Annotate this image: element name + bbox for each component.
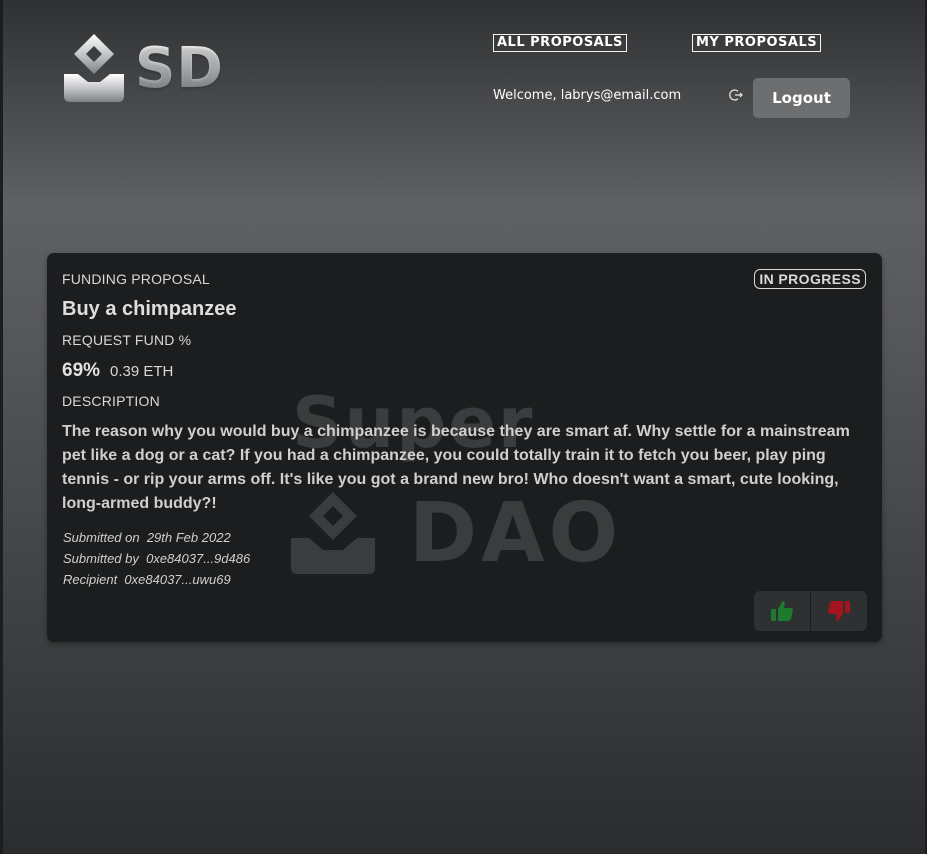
left-window-edge: [0, 0, 3, 854]
logo-mark-icon: [64, 34, 124, 102]
submitted-by: Submitted by 0xe84037...9d486: [63, 551, 251, 566]
proposal-title: Buy a chimpanzee: [62, 298, 237, 320]
proposal-card: Super DAO FUNDING PROPOSAL IN PROGRESS B…: [47, 253, 882, 642]
logout-icon: [729, 89, 743, 101]
thumbs-up-icon: [771, 601, 793, 621]
proposal-type-label: FUNDING PROPOSAL: [62, 271, 210, 287]
fund-amount: 0.39 ETH: [110, 363, 174, 380]
vote-up-button[interactable]: [754, 591, 810, 631]
logo-text: SD: [135, 36, 224, 101]
status-badge: IN PROGRESS: [754, 269, 866, 289]
nav-my-proposals[interactable]: MY PROPOSALS: [692, 34, 822, 52]
welcome-text: Welcome, labrys@email.com: [493, 88, 682, 103]
super-dao-logo[interactable]: SD: [60, 32, 240, 104]
request-fund-label: REQUEST FUND %: [62, 332, 192, 348]
proposal-description: The reason why you would buy a chimpanze…: [62, 423, 850, 512]
description-label: DESCRIPTION: [62, 393, 160, 409]
recipient: Recipient 0xe84037...uwu69: [63, 572, 231, 587]
fund-percent: 69%: [62, 360, 101, 381]
vote-down-button[interactable]: [811, 591, 867, 631]
nav-all-proposals[interactable]: ALL PROPOSALS: [493, 34, 627, 52]
logout-button[interactable]: Logout: [753, 78, 850, 118]
thumbs-down-icon: [828, 601, 850, 621]
submitted-on: Submitted on 29th Feb 2022: [63, 530, 231, 545]
